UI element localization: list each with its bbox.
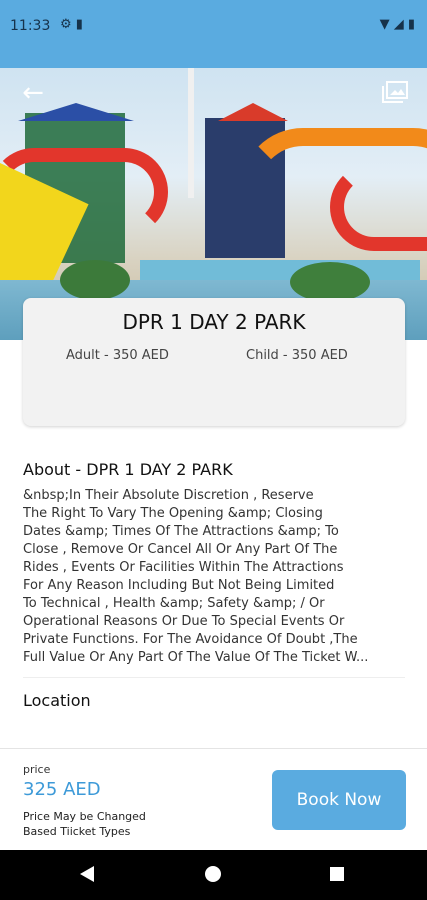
signal-icon: ◢: [393, 17, 404, 32]
about-line: The Right To Vary The Opening &amp; Clos…: [23, 506, 323, 521]
location-title: Location: [23, 691, 91, 710]
price-value: 325 AED: [23, 779, 101, 800]
about-line: For Any Reason Including But Not Being L…: [23, 578, 335, 593]
about-line: To Technical , Health &amp; Safety &amp;…: [23, 596, 325, 611]
about-description: &nbsp;In Their Absolute Discretion , Res…: [23, 487, 405, 667]
back-button[interactable]: ←: [18, 78, 48, 108]
ticket-card: DPR 1 DAY 2 PARK Adult - 350 AED Child -…: [23, 298, 405, 426]
price-label: price: [23, 763, 51, 776]
nav-back-icon[interactable]: [80, 866, 94, 882]
ticket-title: DPR 1 DAY 2 PARK: [122, 310, 306, 334]
battery-icon: ▮: [407, 17, 415, 32]
book-now-button[interactable]: Book Now: [272, 770, 406, 830]
status-right-icons: ▼ ◢ ▮: [380, 17, 415, 32]
back-arrow-icon: ←: [22, 78, 44, 108]
about-title: About - DPR 1 DAY 2 PARK: [23, 460, 233, 479]
divider: [23, 677, 405, 678]
nav-home-icon[interactable]: [205, 866, 221, 882]
about-line: Full Value Or Any Part Of The Value Of T…: [23, 650, 369, 665]
nav-recents-icon[interactable]: [330, 867, 344, 881]
about-line: Dates &amp; Times Of The Attractions &am…: [23, 524, 339, 539]
adult-price: Adult - 350 AED: [66, 348, 169, 363]
sd-card-icon: ▮: [75, 17, 83, 32]
gallery-icon: [382, 81, 408, 103]
price-note: Price May be Changed Based Tiicket Types: [23, 810, 146, 838]
about-line: Operational Reasons Or Due To Special Ev…: [23, 614, 345, 629]
about-line: Private Functions. For The Avoidance Of …: [23, 632, 358, 647]
navigation-bar: [0, 850, 427, 900]
status-left-icons: ⚙ ▮: [60, 17, 83, 32]
about-line: Rides , Events Or Facilities Within The …: [23, 560, 344, 575]
status-time: 11:33: [10, 18, 51, 34]
about-line: Close , Remove Or Cancel All Or Any Part…: [23, 542, 338, 557]
gear-icon: ⚙: [60, 17, 72, 32]
price-bar: price 325 AED Price May be Changed Based…: [0, 748, 427, 851]
about-line: &nbsp;In Their Absolute Discretion , Res…: [23, 488, 314, 503]
child-price: Child - 350 AED: [246, 348, 348, 363]
gallery-button[interactable]: [381, 80, 409, 104]
status-bar: 11:33 ⚙ ▮ ▼ ◢ ▮: [0, 0, 427, 68]
wifi-icon: ▼: [379, 17, 390, 32]
